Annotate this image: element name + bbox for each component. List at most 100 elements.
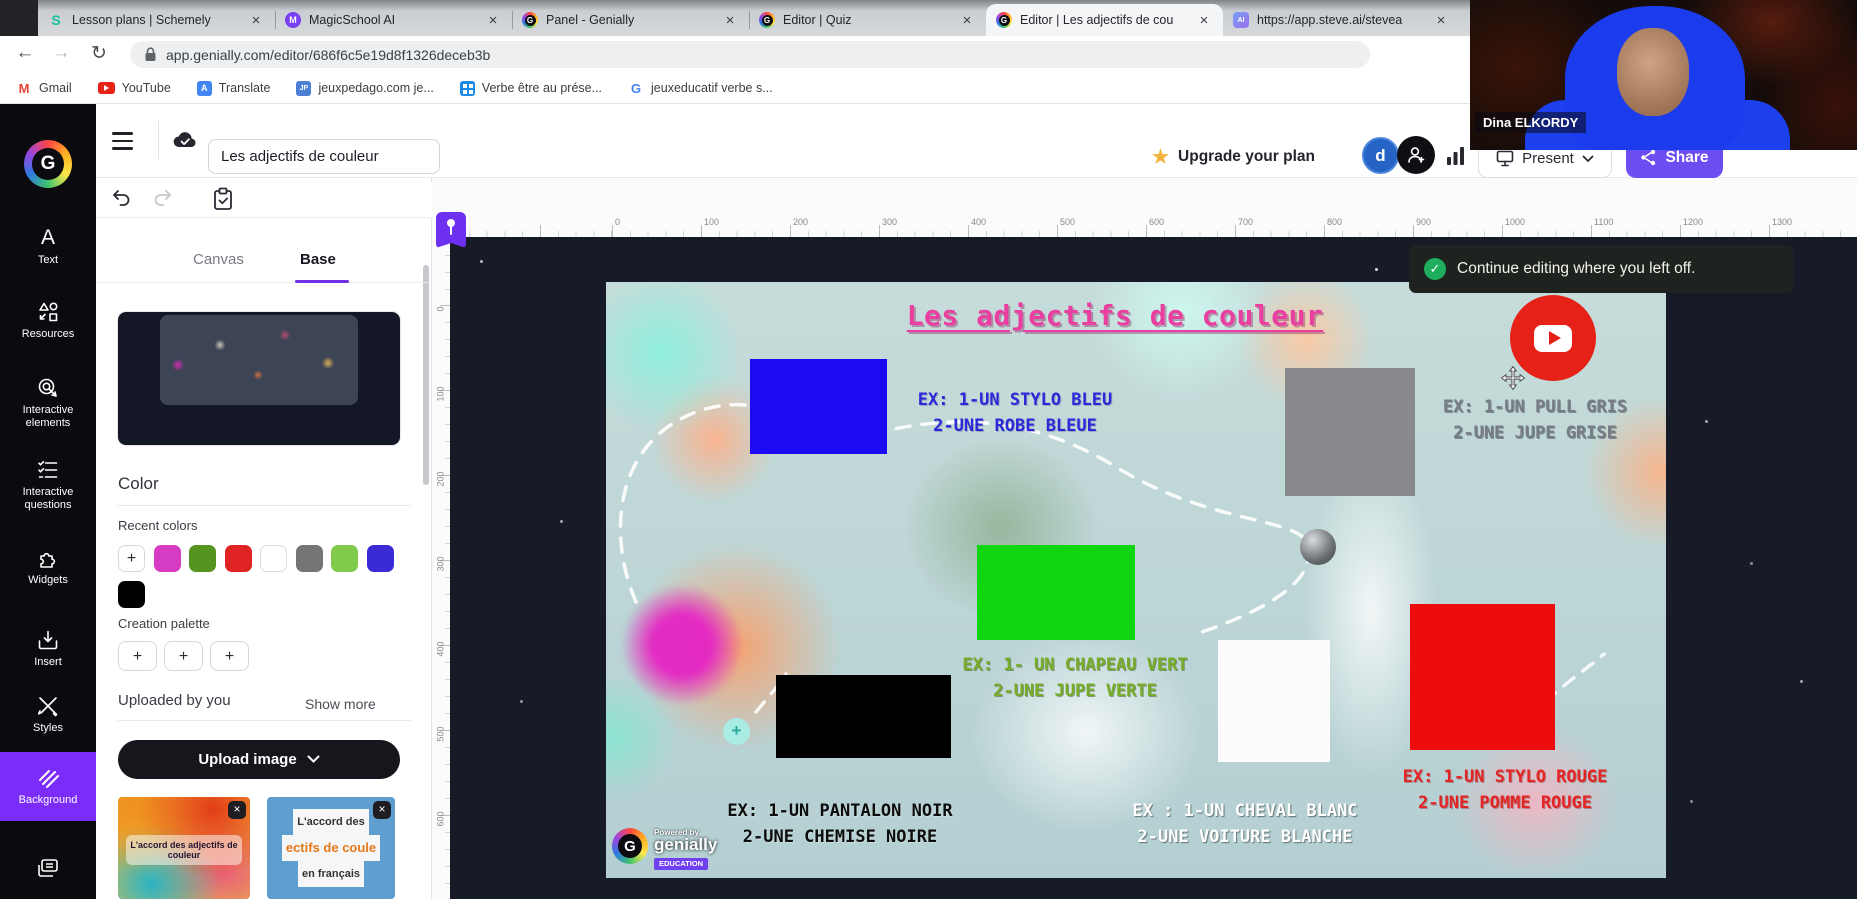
stats-icon[interactable] xyxy=(1446,147,1465,165)
save-check-icon[interactable] xyxy=(210,186,236,212)
tab-title: Editor | Les adjectifs de cou xyxy=(1020,13,1187,27)
sidebar-item-pages[interactable] xyxy=(0,856,96,882)
browser-tab[interactable]: https://app.steve.ai/stevea xyxy=(1223,4,1460,36)
shapes-icon xyxy=(36,300,60,324)
user-avatar[interactable]: d xyxy=(1362,137,1399,174)
text-blanc[interactable]: EX : 1-UN CHEVAL BLANC 2-UNE VOITURE BLA… xyxy=(1105,798,1385,850)
tab-canvas[interactable]: Canvas xyxy=(193,251,244,268)
remove-image-icon[interactable] xyxy=(373,801,391,819)
browser-tab[interactable]: Panel - Genially xyxy=(512,4,749,36)
tab-title: https://app.steve.ai/stevea xyxy=(1257,13,1424,27)
browser-tab[interactable]: Editor | Quiz xyxy=(749,4,986,36)
address-bar[interactable]: app.genially.com/editor/686f6c5e19d8f132… xyxy=(130,41,1370,68)
upload-image-button[interactable]: Upload image xyxy=(118,740,400,779)
palette-add-button[interactable] xyxy=(210,641,249,671)
reload-icon[interactable]: ↻ xyxy=(86,42,112,65)
shape-green-square[interactable] xyxy=(977,545,1135,640)
add-color-button[interactable] xyxy=(118,545,145,572)
tab-close-icon[interactable] xyxy=(721,11,739,29)
text-rouge[interactable]: EX: 1-UN STYLO ROUGE 2-UNE POMME ROUGE xyxy=(1385,764,1625,816)
tab-favicon xyxy=(285,12,301,28)
tab-title: Lesson plans | Schemely xyxy=(72,13,239,27)
panel-scrollbar[interactable] xyxy=(423,265,429,485)
shape-red-square[interactable] xyxy=(1410,604,1555,750)
text-bleu[interactable]: EX: 1-UN STYLO BLEU 2-UNE ROBE BLEUE xyxy=(890,387,1140,439)
text-noir[interactable]: EX: 1-UN PANTALON NOIR 2-UNE CHEMISE NOI… xyxy=(705,798,975,850)
project-title-input[interactable] xyxy=(208,139,440,174)
toast-notification[interactable]: Continue editing where you left off. xyxy=(1409,245,1793,293)
toast-message: Continue editing where you left off. xyxy=(1457,260,1695,278)
back-icon[interactable]: ← xyxy=(12,42,38,64)
move-cursor-icon xyxy=(1500,365,1526,391)
recent-colors xyxy=(118,545,410,608)
uploaded-image-thumbnail[interactable]: L'accord des adjectifs de couleur xyxy=(118,797,250,899)
bookmark-label: jeuxpedago.com je... xyxy=(318,81,433,95)
bookmark-jeuxpedago[interactable]: jeuxpedago.com je... xyxy=(296,81,433,96)
remove-image-icon[interactable] xyxy=(228,801,246,819)
check-icon xyxy=(1424,258,1446,280)
shape-blue-square[interactable] xyxy=(750,359,887,454)
text-vert[interactable]: EX: 1- UN CHAPEAU VERT 2-UNE JUPE VERTE xyxy=(945,652,1205,704)
sidebar-item-text[interactable]: A Text xyxy=(0,226,96,267)
background-icon xyxy=(35,764,61,790)
sidebar-item-interactive-questions[interactable]: Interactive questions xyxy=(0,458,96,512)
tab-close-icon[interactable] xyxy=(1432,11,1450,29)
sidebar-item-interactive-elements[interactable]: Interactive elements xyxy=(0,376,96,430)
bookmark-translate[interactable]: Translate xyxy=(197,81,271,96)
forward-icon[interactable]: → xyxy=(48,42,74,64)
text-gris[interactable]: EX: 1-UN PULL GRIS 2-UNE JUPE GRISE xyxy=(1420,394,1650,446)
sphere-element[interactable] xyxy=(1300,529,1336,565)
sidebar-item-resources[interactable]: Resources xyxy=(0,300,96,341)
bookmark-label: Gmail xyxy=(39,81,72,95)
uploaded-image-thumbnail[interactable]: L'accord des ectifs de coule en français xyxy=(267,797,395,899)
palette-add-button[interactable] xyxy=(118,641,157,671)
google-icon xyxy=(628,80,644,96)
color-swatch[interactable] xyxy=(189,545,216,572)
tab-favicon xyxy=(1233,12,1249,28)
redo-icon[interactable] xyxy=(150,186,174,210)
shape-white-square[interactable] xyxy=(1218,640,1330,762)
color-swatch[interactable] xyxy=(154,545,181,572)
undo-icon[interactable] xyxy=(110,186,134,210)
color-swatch[interactable] xyxy=(296,545,323,572)
color-swatch[interactable] xyxy=(331,545,358,572)
shape-gray-square[interactable] xyxy=(1285,368,1415,496)
browser-tab[interactable]: Editor | Les adjectifs de cou xyxy=(986,4,1223,36)
browser-tab[interactable]: MagicSchool AI xyxy=(275,4,512,36)
show-more-link[interactable]: Show more xyxy=(305,696,376,712)
upgrade-plan-button[interactable]: Upgrade your plan xyxy=(1152,141,1315,173)
tab-base[interactable]: Base xyxy=(300,251,336,268)
palette-add-button[interactable] xyxy=(164,641,203,671)
slide-title[interactable]: Les adjectifs de couleur xyxy=(900,299,1330,332)
browser-tab[interactable]: Lesson plans | Schemely xyxy=(38,4,275,36)
background-thumbnail[interactable] xyxy=(118,312,400,445)
color-swatch[interactable] xyxy=(225,545,252,572)
insert-icon xyxy=(36,628,60,652)
genially-logo[interactable] xyxy=(24,140,72,188)
tab-close-icon[interactable] xyxy=(247,11,265,29)
color-swatch[interactable] xyxy=(367,545,394,572)
slide[interactable]: Les adjectifs de couleur EX: 1-UN STYLO … xyxy=(606,282,1666,878)
add-element-button[interactable] xyxy=(723,718,750,745)
bookmark-gmail[interactable]: Gmail xyxy=(16,80,72,96)
bookmark-verbe-etre[interactable]: Verbe être au prése... xyxy=(460,81,602,96)
tab-close-icon[interactable] xyxy=(958,11,976,29)
tab-close-icon[interactable] xyxy=(1195,11,1213,29)
sidebar-item-background[interactable]: Background xyxy=(0,752,96,821)
color-swatch[interactable] xyxy=(260,545,287,572)
add-collaborator-button[interactable] xyxy=(1397,136,1435,174)
bookmark-jeuxeducatif[interactable]: jeuxeducatif verbe s... xyxy=(628,80,773,96)
shape-black-square[interactable] xyxy=(776,675,951,758)
bookmark-youtube[interactable]: YouTube xyxy=(98,81,171,95)
ruler-label: 600 xyxy=(1146,217,1235,227)
menu-icon[interactable] xyxy=(112,132,136,150)
color-swatch[interactable] xyxy=(118,581,145,608)
pin-marker-icon[interactable] xyxy=(436,212,466,248)
tab-close-icon[interactable] xyxy=(484,11,502,29)
text-line: EX: 1-UN STYLO ROUGE xyxy=(1385,764,1625,790)
sidebar-item-insert[interactable]: Insert xyxy=(0,628,96,669)
ruler-label: 500 xyxy=(1057,217,1146,227)
sidebar-item-styles[interactable]: Styles xyxy=(0,694,96,735)
sidebar-item-widgets[interactable]: Widgets xyxy=(0,546,96,587)
lock-icon xyxy=(144,47,157,62)
